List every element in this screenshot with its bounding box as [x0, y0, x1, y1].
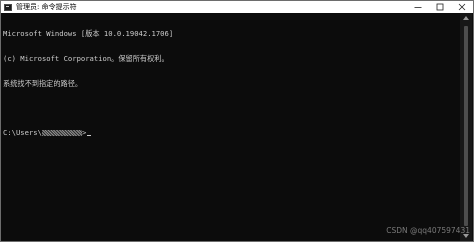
close-icon — [458, 3, 466, 11]
console-line-error: 系统找不到指定的路径。 — [3, 78, 83, 88]
window-title: 管理员: 命令提示符 — [16, 3, 77, 11]
maximize-button[interactable] — [429, 1, 451, 13]
command-prompt-window: 管理员: 命令提示符 Microsoft Windows [版本 10.0.19… — [0, 0, 474, 242]
console-prompt-line[interactable]: C:\Users\ > — [3, 127, 461, 137]
cmd-app-icon[interactable] — [4, 3, 12, 11]
title-bar[interactable]: 管理员: 命令提示符 — [1, 1, 473, 13]
scroll-up-button[interactable] — [460, 13, 472, 23]
console-line-version: Microsoft Windows [版本 10.0.19042.1706] — [3, 29, 174, 39]
console-line-copyright: (c) Microsoft Corporation。保留所有权利。 — [3, 54, 169, 63]
minimize-icon — [414, 7, 422, 8]
csdn-watermark: CSDN @qq407597431 — [386, 226, 470, 235]
text-cursor — [87, 134, 92, 136]
console-output[interactable]: Microsoft Windows [版本 10.0.19042.1706] (… — [3, 14, 461, 240]
vertical-scrollbar[interactable] — [460, 13, 472, 241]
scroll-up-arrow-icon — [463, 16, 469, 20]
close-button[interactable] — [451, 1, 473, 13]
scrollbar-thumb[interactable] — [464, 26, 468, 226]
maximize-icon — [436, 3, 444, 11]
prompt-path-prefix: C:\Users\ — [3, 127, 42, 137]
masked-username — [41, 129, 82, 136]
prompt-path-suffix: > — [81, 127, 87, 137]
minimize-button[interactable] — [407, 1, 429, 13]
